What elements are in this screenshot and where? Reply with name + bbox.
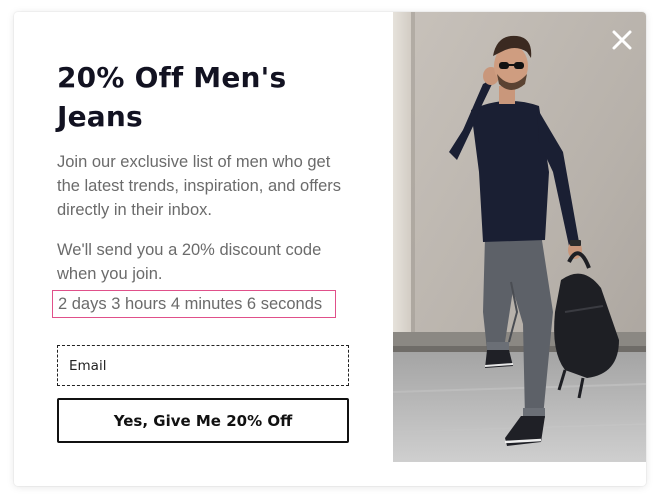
popup-description: Join our exclusive list of men who get t… [57,153,342,219]
countdown-timer: 2 days 3 hours 4 minutes 6 seconds [52,290,336,318]
email-field[interactable] [57,345,349,386]
product-photo [393,12,646,462]
close-icon[interactable] [610,28,634,52]
get-discount-button[interactable]: Yes, Give Me 20% Off [57,398,349,443]
signup-popup: 20% Off Men's Jeans Join our exclusive l… [14,12,646,486]
popup-content: 20% Off Men's Jeans Join our exclusive l… [57,58,357,286]
discount-note: We'll send you a 20% discount code when … [57,241,322,283]
popup-title: 20% Off Men's Jeans [57,61,287,133]
